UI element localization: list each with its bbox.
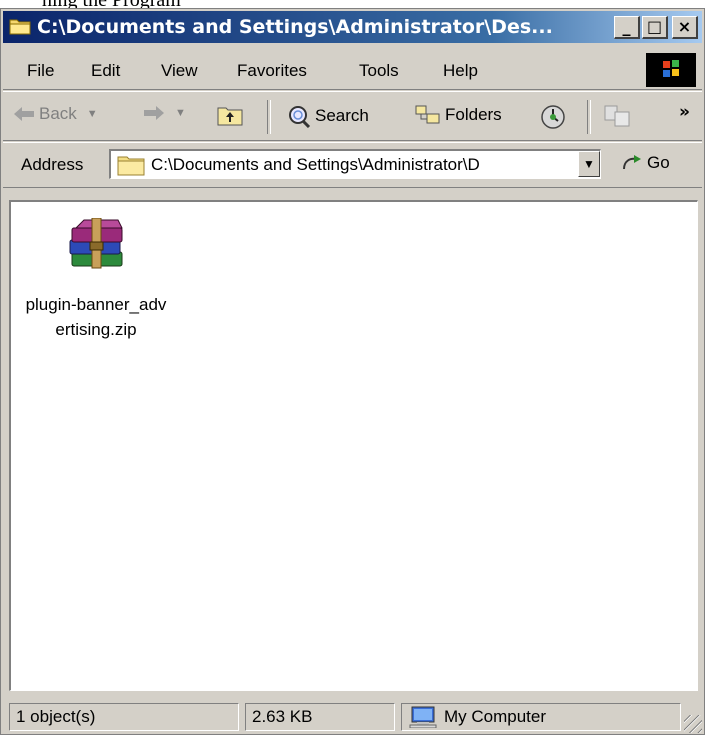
address-value: C:\Documents and Settings\Administrator\… [151, 155, 480, 174]
window-title: C:\Documents and Settings\Administrator\… [37, 16, 553, 38]
status-size: 2.63 KB [245, 703, 395, 731]
back-arrow-icon [14, 107, 34, 121]
chevron-down-icon: ▼ [583, 157, 595, 171]
back-label: Back [39, 104, 77, 123]
search-icon [289, 106, 311, 128]
move-to-icon [604, 105, 630, 127]
winrar-archive-icon [69, 218, 123, 269]
menu-tools[interactable]: Tools [359, 61, 399, 81]
up-folder-button[interactable] [217, 104, 243, 126]
go-label: Go [647, 153, 670, 172]
menu-edit[interactable]: Edit [91, 61, 120, 81]
windows-logo-icon [646, 53, 696, 87]
my-computer-icon [409, 706, 437, 728]
folders-icon [415, 105, 440, 124]
history-button[interactable] [539, 104, 567, 130]
title-bar[interactable]: C:\Documents and Settings\Administrator\… [3, 11, 702, 43]
forward-button[interactable]: ▼ [143, 104, 186, 122]
menu-view[interactable]: View [161, 61, 198, 81]
address-input[interactable]: C:\Documents and Settings\Administrator\… [109, 149, 601, 179]
menu-bar: File Edit View Favorites Tools Help [3, 51, 702, 90]
address-label: Address [21, 155, 84, 174]
history-icon [541, 105, 565, 129]
search-label: Search [315, 106, 369, 125]
up-folder-icon [217, 107, 243, 126]
back-button[interactable]: Back ▼ [13, 104, 98, 124]
toolbar-separator-2 [587, 100, 591, 134]
go-button[interactable]: Go [621, 153, 670, 173]
folder-content-pane[interactable]: plugin-banner_advertising.zip [9, 200, 698, 691]
resize-grip[interactable] [684, 715, 702, 733]
status-bar: 1 object(s) 2.63 KB My Computer [3, 701, 702, 733]
folder-icon [117, 156, 145, 176]
address-bar: Address C:\Documents and Settings\Admini… [3, 142, 702, 188]
explorer-window: C:\Documents and Settings\Administrator\… [0, 8, 705, 735]
forward-arrow-icon [144, 106, 164, 120]
status-object-count: 1 object(s) [9, 703, 239, 731]
folders-button[interactable]: Folders [415, 104, 502, 126]
file-name: plugin-banner_advertising.zip [25, 295, 167, 339]
standard-toolbar: Back ▼ ▼ Search Folders » [3, 91, 702, 141]
menu-help[interactable]: Help [443, 61, 478, 81]
search-button[interactable]: Search [287, 104, 369, 128]
move-to-button[interactable] [603, 104, 633, 128]
folder-icon [9, 19, 31, 35]
status-location: My Computer [444, 707, 547, 726]
go-arrow-icon [623, 155, 641, 170]
toolbar-separator [267, 100, 271, 134]
back-dropdown-icon: ▼ [86, 108, 98, 120]
minimize-button[interactable]: _ [614, 16, 640, 39]
maximize-button[interactable]: □ [642, 16, 668, 39]
menu-favorites[interactable]: Favorites [237, 61, 307, 81]
close-button[interactable]: × [672, 16, 698, 39]
file-item[interactable]: plugin-banner_advertising.zip [21, 218, 171, 342]
address-dropdown-button[interactable]: ▼ [578, 151, 600, 177]
toolbar-overflow-chevron[interactable]: » [679, 102, 690, 122]
status-zone: My Computer [401, 703, 681, 731]
folders-label: Folders [445, 105, 502, 124]
menu-file[interactable]: File [27, 61, 54, 81]
forward-dropdown-icon: ▼ [175, 107, 186, 119]
